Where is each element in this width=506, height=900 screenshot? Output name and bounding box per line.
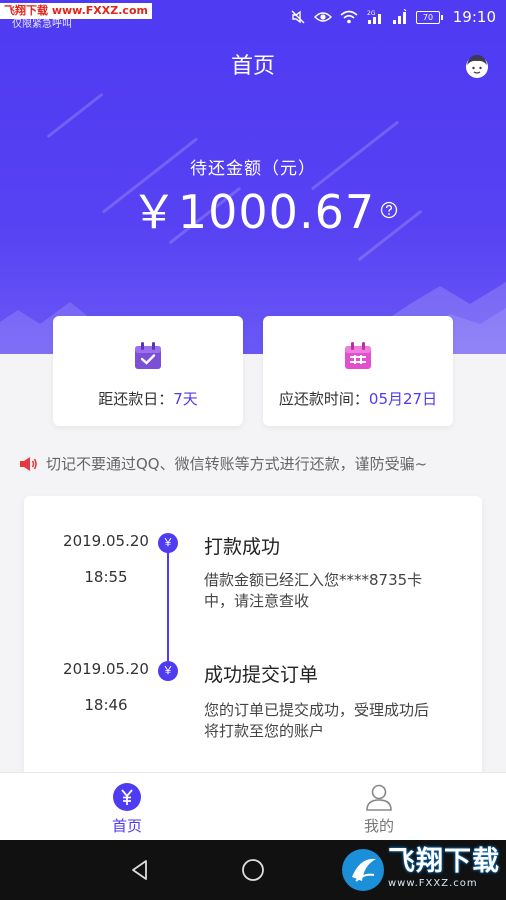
back-icon[interactable] — [128, 858, 152, 882]
days-until-repayment-card: 距还款日：7天 — [53, 316, 243, 426]
mute-icon — [291, 10, 305, 24]
watermark-logo-url: www.FXXZ.com — [388, 878, 478, 889]
order-timeline: 2019.05.20 18:55 ￥ 打款成功 借款金额已经汇入您****873… — [24, 496, 482, 786]
days-label: 距还款日： — [98, 390, 174, 408]
question-icon[interactable] — [380, 201, 398, 219]
pending-amount-label: 待还金额（元） — [190, 159, 316, 179]
timeline-title: 打款成功 — [204, 536, 281, 558]
repayment-date-card: 应还款时间：05月27日 — [263, 316, 453, 426]
timeline-title: 成功提交订单 — [204, 664, 319, 686]
pending-amount: ￥1000.67 — [130, 185, 376, 239]
carrier-text: 仅限紧急呼叫 — [12, 19, 72, 30]
battery-icon: 70 — [416, 10, 443, 24]
repayment-date-label: 应还款时间： — [278, 390, 369, 408]
yuan-dot-icon: ￥ — [158, 661, 178, 681]
calendar-check-icon — [135, 342, 161, 369]
days-until-repayment: 距还款日：7天 — [53, 388, 243, 410]
timeline-time: 18:55 — [84, 568, 128, 586]
page-title: 首页 — [230, 54, 275, 79]
person-icon — [366, 784, 392, 811]
repayment-date: 应还款时间：05月27日 — [263, 388, 453, 410]
fraud-notice: 切记不要通过QQ、微信转账等方式进行还款，谨防受骗~ — [18, 452, 498, 476]
eye-icon — [314, 12, 332, 22]
signal-2g-icon: 2G — [367, 10, 381, 24]
status-time: 19:10 — [452, 8, 496, 26]
status-bar: 飞翔下载 www.FXXZ.com 仅限紧急呼叫 2G 70 19:10 — [0, 0, 506, 34]
timeline-line — [167, 548, 169, 666]
timeline-description: 借款金额已经汇入您****8735卡中，请注意查收 — [204, 571, 423, 610]
watermark-logo: 飞翔下载 www.FXXZ.com — [340, 844, 500, 896]
avatar-icon[interactable] — [464, 53, 490, 79]
timeline-date: 2019.05.20 — [63, 532, 149, 550]
days-value: 7天 — [173, 390, 198, 408]
bottom-nav: 首页 我的 — [0, 772, 506, 841]
timeline-description: 您的订单已提交成功，受理成功后将打款至您的账户 — [204, 701, 430, 740]
nav-mine-label: 我的 — [363, 817, 394, 835]
signal-bars-icon — [393, 9, 407, 24]
watermark-logo-text: 飞翔下载 — [388, 846, 500, 877]
notice-text: 切记不要通过QQ、微信转账等方式进行还款，谨防受骗~ — [46, 455, 428, 473]
timeline-date: 2019.05.20 — [63, 660, 149, 678]
status-icons: 2G 70 — [290, 9, 443, 25]
system-nav-bar: 飞翔下载 www.FXXZ.com — [0, 840, 506, 900]
yuan-home-icon — [113, 783, 141, 811]
nav-home[interactable]: 首页 — [67, 773, 187, 841]
yuan-dot-icon: ￥ — [158, 533, 178, 553]
nav-mine[interactable]: 我的 — [319, 773, 439, 841]
svg-text:2G: 2G — [367, 10, 376, 17]
watermark-logo-icon — [342, 849, 384, 891]
speaker-icon — [20, 457, 37, 471]
home-circle-icon[interactable] — [241, 858, 265, 882]
amount-row: ￥1000.67 — [0, 180, 506, 244]
calendar-grid-icon — [345, 342, 371, 369]
timeline-time: 18:46 — [84, 696, 128, 714]
repayment-date-value: 05月27日 — [368, 390, 438, 408]
watermark-banner: 飞翔下载 www.FXXZ.com — [0, 3, 152, 19]
wifi-icon — [340, 10, 358, 24]
nav-home-label: 首页 — [111, 817, 142, 835]
hero-banner: 首页 待还金额（元） ￥1000.67 — [0, 34, 506, 354]
